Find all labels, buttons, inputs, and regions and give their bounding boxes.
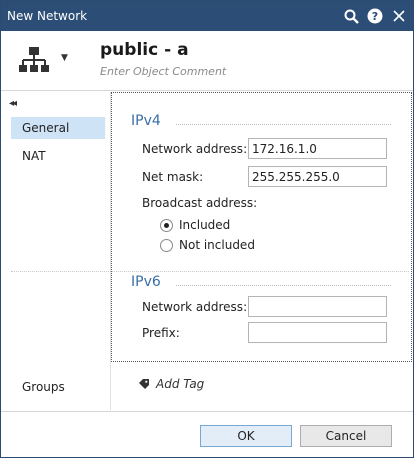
ipv4-network-address-input[interactable] — [248, 138, 387, 159]
sidebar-item-label: Groups — [22, 380, 65, 394]
cancel-button[interactable]: Cancel — [300, 425, 392, 447]
ipv6-section-title: IPv6 — [131, 274, 161, 290]
net-mask-label: Net mask: — [142, 170, 204, 184]
close-icon[interactable] — [389, 6, 409, 26]
double-chevron-left-icon[interactable]: ◂◂ — [9, 98, 17, 109]
new-network-dialog: New Network ? ▼ public - a Enter Object … — [0, 0, 414, 458]
radio-label: Not included — [179, 238, 255, 252]
sidebar: ◂◂ General NAT Groups — [1, 92, 111, 410]
prefix-label: Prefix: — [142, 326, 180, 340]
ok-button[interactable]: OK — [200, 425, 292, 447]
network-icon[interactable] — [17, 43, 51, 77]
broadcast-not-included-radio[interactable]: Not included — [160, 237, 255, 253]
sidebar-item-nat[interactable]: NAT — [11, 145, 105, 167]
svg-text:?: ? — [372, 10, 378, 23]
dialog-footer: OK Cancel — [1, 411, 413, 457]
net-mask-input[interactable] — [248, 166, 387, 187]
divider — [176, 285, 391, 286]
window-title: New Network — [7, 9, 88, 23]
title-bar[interactable]: New Network ? — [1, 1, 413, 31]
broadcast-included-radio[interactable]: Included — [160, 217, 230, 233]
tag-icon — [139, 379, 149, 389]
general-panel: IPv4 Network address: Net mask: Broadcas… — [111, 92, 412, 362]
ipv4-section-title: IPv4 — [131, 113, 161, 129]
help-icon[interactable]: ? — [365, 6, 385, 26]
chevron-down-icon[interactable]: ▼ — [61, 53, 68, 63]
broadcast-address-label: Broadcast address: — [142, 196, 258, 210]
prefix-input[interactable] — [248, 322, 387, 343]
sidebar-item-groups[interactable]: Groups — [11, 376, 105, 398]
object-name[interactable]: public - a — [100, 40, 189, 60]
ipv6-network-address-label: Network address: — [142, 300, 248, 314]
object-header: ▼ public - a Enter Object Comment — [1, 31, 413, 91]
radio-label: Included — [179, 218, 231, 232]
radio-button[interactable] — [160, 238, 173, 252]
divider — [176, 124, 391, 125]
sidebar-item-general[interactable]: General — [11, 117, 105, 139]
search-icon[interactable] — [341, 6, 361, 26]
add-tag-label: Add Tag — [156, 377, 205, 391]
ipv4-network-address-label: Network address: — [142, 142, 248, 156]
radio-button[interactable] — [160, 218, 173, 232]
ipv6-network-address-input[interactable] — [248, 296, 387, 317]
object-comment[interactable]: Enter Object Comment — [100, 65, 226, 78]
add-tag-button[interactable]: Add Tag — [138, 377, 204, 391]
sidebar-item-label: NAT — [22, 149, 46, 163]
sidebar-item-label: General — [22, 121, 70, 135]
